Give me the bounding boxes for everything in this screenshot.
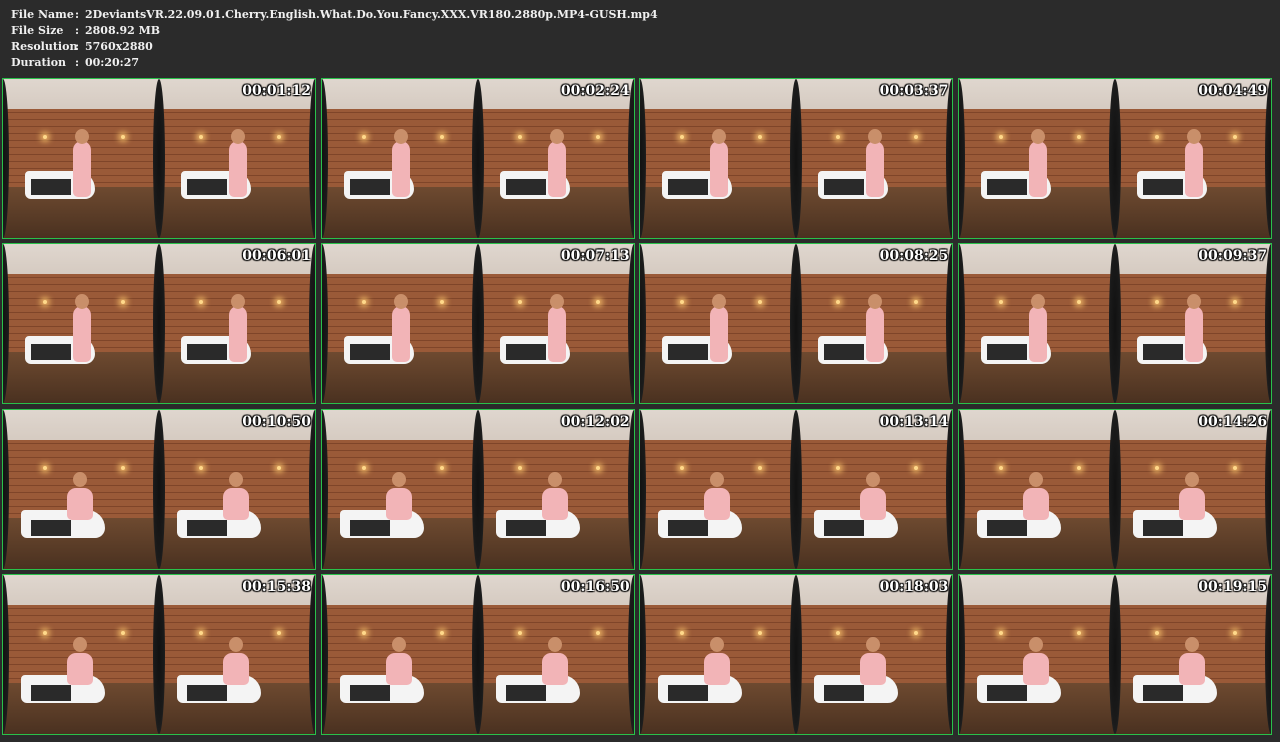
thumbnail-frame-right <box>159 244 315 404</box>
thumbnail[interactable]: 00:06:01 <box>2 243 316 405</box>
thumbnail-frame-right <box>1115 574 1272 734</box>
thumbnail-frame-right <box>477 409 634 569</box>
thumbnail-frame-left <box>959 244 1116 404</box>
thumbnail[interactable]: 00:02:24 <box>320 78 635 239</box>
thumbnail[interactable]: 00:14:26 <box>958 408 1273 570</box>
thumbnail[interactable]: 00:18:03 <box>639 573 954 735</box>
thumbnail-frame-right <box>159 574 315 734</box>
timestamp-label: 00:13:14 <box>879 413 949 430</box>
timestamp-label: 00:10:50 <box>242 413 311 430</box>
timestamp-label: 00:09:37 <box>1198 248 1268 265</box>
thumbnail-frame-left <box>3 244 159 404</box>
timestamp-label: 00:08:25 <box>879 248 949 265</box>
thumbnail[interactable]: 00:19:15 <box>958 573 1273 735</box>
thumbnail-grid: 00:01:12 00:02:24 00:03:37 00:04:49 00:06:01… <box>2 78 1278 740</box>
thumbnail-frame-right <box>159 409 315 569</box>
file-name-value: 2DeviantsVR.22.09.01.Cherry.English.What… <box>85 8 658 21</box>
thumbnail-frame-left <box>640 79 797 238</box>
thumbnail-frame-right <box>1115 244 1272 404</box>
thumbnail-frame-right <box>796 244 953 404</box>
thumbnail[interactable]: 00:03:37 <box>639 78 954 239</box>
file-name-row: File Name: 2DeviantsVR.22.09.01.Cherry.En… <box>11 7 658 23</box>
thumbnail-frame-right <box>796 409 953 569</box>
thumbnail[interactable]: 00:04:49 <box>958 78 1273 239</box>
resolution-row: Resolution: 5760x2880 <box>11 39 153 55</box>
timestamp-label: 00:16:50 <box>560 578 630 595</box>
thumbnail-frame-right <box>796 79 953 238</box>
thumbnail-frame-right <box>1115 79 1272 238</box>
thumbnail[interactable]: 00:10:50 <box>2 408 316 570</box>
timestamp-label: 00:18:03 <box>879 578 949 595</box>
thumbnail[interactable]: 00:01:12 <box>2 78 316 239</box>
file-name-label: File Name <box>11 8 74 21</box>
thumbnail-frame-left <box>321 79 478 238</box>
file-size-row: File Size:2808.92 MB <box>11 23 160 39</box>
timestamp-label: 00:12:02 <box>560 413 630 430</box>
thumbnail-frame-right <box>477 574 634 734</box>
thumbnail[interactable]: 00:16:50 <box>320 573 635 735</box>
thumbnail-frame-left <box>321 409 478 569</box>
thumbnail-frame-left <box>3 79 159 238</box>
timestamp-label: 00:04:49 <box>1198 83 1268 99</box>
thumbnail-frame-left <box>640 409 797 569</box>
resolution-label: Resolution <box>11 40 78 53</box>
thumbnail[interactable]: 00:08:25 <box>639 243 954 405</box>
thumbnail-frame-left <box>321 574 478 734</box>
thumbnail-frame-left <box>321 244 478 404</box>
timestamp-label: 00:15:38 <box>242 578 311 595</box>
thumbnail-frame-right <box>796 574 953 734</box>
thumbnail-frame-left <box>3 409 159 569</box>
duration-value: 00:20:27 <box>85 56 140 69</box>
separator: : <box>75 56 80 69</box>
thumbnail-frame-left <box>640 244 797 404</box>
file-size-value: 2808.92 MB <box>85 24 161 37</box>
thumbnail-frame-left <box>640 574 797 734</box>
thumbnail-frame-left <box>959 574 1116 734</box>
file-size-label: File Size <box>11 24 64 37</box>
separator: : <box>75 24 80 37</box>
timestamp-label: 00:19:15 <box>1198 578 1268 595</box>
thumbnail[interactable]: 00:15:38 <box>2 573 316 735</box>
thumbnail[interactable]: 00:12:02 <box>320 408 635 570</box>
thumbnail-frame-left <box>959 409 1116 569</box>
timestamp-label: 00:14:26 <box>1198 413 1268 430</box>
thumbnail[interactable]: 00:07:13 <box>320 243 635 405</box>
thumbnail-frame-right <box>1115 409 1272 569</box>
thumbnail-frame-left <box>3 574 159 734</box>
thumbnail-frame-right <box>477 79 634 238</box>
duration-label: Duration <box>11 56 67 69</box>
timestamp-label: 00:02:24 <box>560 83 630 99</box>
timestamp-label: 00:07:13 <box>560 248 630 265</box>
separator: : <box>75 8 80 21</box>
timestamp-label: 00:06:01 <box>242 248 311 265</box>
timestamp-label: 00:01:12 <box>242 83 311 99</box>
thumbnail-frame-right <box>477 244 634 404</box>
thumbnail-frame-right <box>159 79 315 238</box>
info-header: File Name: 2DeviantsVR.22.09.01.Cherry.En… <box>0 0 1280 76</box>
timestamp-label: 00:03:37 <box>879 83 949 99</box>
resolution-value: 5760x2880 <box>85 40 153 53</box>
thumbnail[interactable]: 00:13:14 <box>639 408 954 570</box>
duration-row: Duration:00:20:27 <box>11 55 139 71</box>
separator: : <box>75 40 80 53</box>
thumbnail[interactable]: 00:09:37 <box>958 243 1273 405</box>
thumbnail-frame-left <box>959 79 1116 238</box>
